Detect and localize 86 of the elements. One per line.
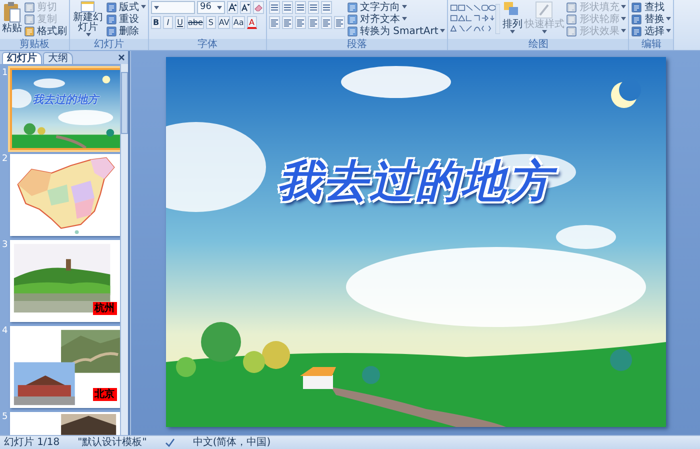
font-style-button[interactable]: AV	[218, 16, 230, 29]
panel-tab[interactable]: 幻灯片	[2, 52, 42, 64]
font-style-button[interactable]: I	[163, 16, 173, 29]
font-style-button[interactable]: Aa	[232, 16, 245, 29]
arrange-button[interactable]: 排列	[502, 1, 522, 34]
caret-icon	[666, 17, 672, 21]
language-indicator[interactable]: 中文(简体，中国)	[192, 436, 271, 448]
caret-icon	[141, 5, 146, 9]
font-style-button[interactable]: S	[206, 16, 216, 29]
panel-tab[interactable]: 大纲	[43, 52, 73, 64]
layout-button[interactable]: 版式	[106, 1, 146, 13]
caret-icon	[510, 30, 515, 34]
thumbnail-caption: 杭州	[92, 302, 117, 315]
delete-button[interactable]: 删除	[106, 25, 146, 37]
smartart-button[interactable]: 转换为 SmartArt	[347, 25, 446, 37]
align-left-icon	[270, 18, 279, 27]
numbering-button[interactable]	[282, 1, 293, 14]
new-slide-button[interactable]: 新建幻灯片	[72, 1, 104, 37]
new-slide-icon	[79, 1, 97, 13]
shrink-font-button[interactable]	[240, 1, 251, 14]
group-label: 字体	[149, 39, 266, 50]
caret-icon	[542, 30, 547, 34]
font-style-button[interactable]: U	[175, 16, 185, 29]
caret-icon	[402, 5, 407, 9]
caret-icon	[402, 17, 407, 21]
shapes-gallery-drawing[interactable]	[450, 1, 500, 37]
shrink-font-icon	[241, 3, 250, 12]
slide-thumbnail[interactable]: 杭州	[10, 240, 120, 322]
thumbnail-title: 我去过的地方	[32, 92, 101, 107]
slide-number: 5	[2, 412, 8, 422]
caret-icon	[621, 5, 626, 9]
group-label: 幻灯片	[70, 39, 148, 50]
justify-button[interactable]	[308, 16, 319, 29]
font-style-button[interactable]: A	[246, 16, 257, 29]
slide-number: 1	[2, 68, 8, 78]
slide-number: 3	[2, 240, 8, 250]
close-button[interactable]	[118, 54, 125, 61]
caret-icon	[217, 6, 222, 10]
paste-button[interactable]: 粘贴	[2, 1, 22, 34]
align-right-icon	[296, 18, 305, 27]
grow-font-button[interactable]	[227, 1, 238, 14]
group-label: 绘图	[448, 39, 628, 50]
columns-button[interactable]	[334, 16, 345, 29]
caret-icon	[440, 29, 446, 33]
clear-format-button[interactable]	[253, 1, 264, 14]
replace-button[interactable]: 替换	[631, 13, 672, 25]
close-icon	[118, 54, 125, 61]
eraser-icon	[254, 3, 263, 12]
group-label: 段落	[267, 39, 448, 50]
slide-number: 4	[2, 326, 8, 336]
reset-button[interactable]: 重设	[106, 13, 146, 25]
slide-number: 2	[2, 154, 8, 164]
indent-button[interactable]	[308, 1, 319, 14]
align-text-button[interactable]: 对齐文本	[347, 13, 446, 25]
theme-name: "默认设计模板"	[78, 436, 147, 448]
line-spacing-button[interactable]	[321, 1, 332, 14]
caret-icon	[621, 17, 626, 21]
align-right-button[interactable]	[295, 16, 306, 29]
bullets-button[interactable]	[269, 1, 280, 14]
align-center-button[interactable]	[282, 16, 293, 29]
spell-check-icon[interactable]	[164, 438, 175, 447]
slide-counter: 幻灯片 1/18	[4, 436, 60, 448]
grow-font-icon	[228, 3, 237, 12]
clipboard-icon	[2, 1, 22, 23]
format-painter-button[interactable]: 格式刷	[24, 25, 67, 37]
font-style-button[interactable]: B	[151, 16, 161, 29]
caret-icon	[621, 29, 626, 33]
font-name-field[interactable]	[151, 1, 195, 14]
font-size-field[interactable]: 96	[197, 1, 225, 14]
text-direction-button[interactable]: 文字方向	[347, 1, 446, 13]
caret-icon	[86, 33, 90, 37]
justify-icon	[309, 18, 318, 27]
caret-icon	[666, 29, 672, 33]
outdent-button[interactable]	[295, 1, 306, 14]
scrollbar[interactable]	[120, 64, 128, 435]
caret-icon	[154, 6, 159, 10]
select-button[interactable]: 选择	[631, 25, 672, 37]
find-button[interactable]: 查找	[631, 1, 672, 13]
font-style-button[interactable]: abe	[187, 16, 204, 29]
align-left-button[interactable]	[269, 16, 280, 29]
align-center-icon	[283, 18, 292, 27]
distribute-button[interactable]	[321, 16, 332, 29]
slide-thumbnail[interactable]: 北京	[10, 326, 120, 408]
group-label: 剪贴板	[0, 39, 69, 50]
group-label: 编辑	[629, 39, 674, 50]
thumbnail-caption: 北京	[92, 388, 117, 401]
